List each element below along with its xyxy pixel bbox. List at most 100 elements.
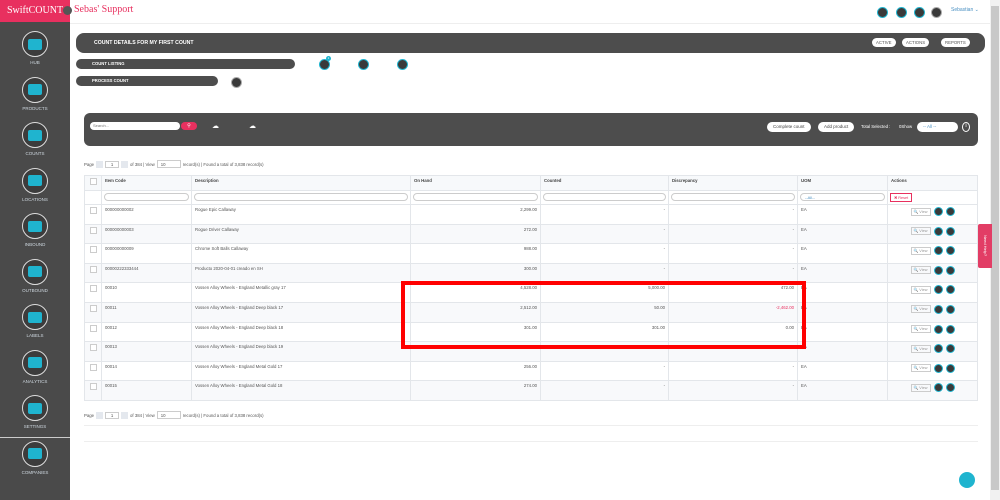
- assign-user-icon[interactable]: [397, 59, 408, 70]
- row-checkbox[interactable]: [89, 226, 97, 234]
- table-row: 000000000003 Rogue Driver Callaway 272.00-…: [84, 223, 978, 245]
- next-page-button[interactable]: [121, 411, 129, 419]
- view-button[interactable]: 🔍 View: [910, 344, 931, 353]
- add-icon[interactable]: [896, 7, 907, 18]
- delete-icon[interactable]: [945, 363, 955, 373]
- edit-icon[interactable]: [933, 324, 943, 334]
- prev-page-button[interactable]: [96, 411, 104, 419]
- row-checkbox[interactable]: [89, 324, 97, 332]
- reset-filters-button[interactable]: ✖ Reset: [890, 193, 913, 202]
- delete-icon[interactable]: [945, 265, 955, 275]
- tag-icon[interactable]: [231, 77, 242, 88]
- view-button[interactable]: 🔍 View: [910, 266, 931, 275]
- counted: -: [540, 380, 669, 401]
- view-button[interactable]: 🔍 View: [910, 325, 931, 334]
- count-listing-link[interactable]: COUNT LISTING: [76, 59, 295, 69]
- complete-count-button[interactable]: Complete count: [767, 122, 811, 132]
- page-input[interactable]: 1: [105, 411, 120, 419]
- app-logo[interactable]: SwiftCOUNT: [0, 0, 70, 22]
- view-button[interactable]: 🔍 View: [910, 207, 931, 216]
- header-discrepancy[interactable]: Discrepancy: [668, 175, 798, 191]
- row-checkbox[interactable]: [89, 207, 97, 214]
- row-checkbox[interactable]: [89, 285, 97, 293]
- filter-item-code[interactable]: [104, 193, 189, 201]
- delete-icon[interactable]: [945, 207, 955, 216]
- delete-icon[interactable]: [945, 324, 955, 334]
- sidebar-item-labels[interactable]: LABELS: [0, 304, 70, 338]
- header-on-hand[interactable]: On Hand: [410, 175, 541, 191]
- sidebar-item-outbound[interactable]: OUTBOUND: [0, 258, 70, 293]
- show-select[interactable]: -- All --: [917, 122, 958, 132]
- view-button[interactable]: 🔍 View: [910, 364, 931, 373]
- collapse-sidebar-icon[interactable]: [63, 6, 72, 15]
- scan-icon[interactable]: [358, 59, 369, 70]
- download-icon[interactable]: [877, 7, 888, 18]
- row-checkbox[interactable]: [89, 304, 97, 312]
- view-button[interactable]: 🔍 View: [910, 305, 931, 314]
- sidebar-item-companies[interactable]: COMPANIES: [0, 440, 70, 475]
- row-checkbox[interactable]: [89, 383, 97, 391]
- prev-page-button[interactable]: [96, 160, 104, 168]
- sidebar-item-products[interactable]: PRODUCTS: [0, 76, 70, 111]
- chat-support-icon[interactable]: [959, 472, 975, 488]
- view-button[interactable]: 🔍 View: [910, 227, 931, 236]
- edit-icon[interactable]: [933, 344, 943, 354]
- filter-description[interactable]: [194, 193, 408, 201]
- filter-discrepancy[interactable]: [671, 193, 795, 201]
- page-input[interactable]: 1: [105, 160, 120, 168]
- need-help-tab[interactable]: Need Help?: [978, 224, 992, 268]
- delete-icon[interactable]: [945, 285, 955, 295]
- active-badge[interactable]: ACTIVE: [872, 38, 896, 47]
- download-cloud-icon[interactable]: ☁: [249, 122, 256, 130]
- row-checkbox[interactable]: [89, 246, 97, 254]
- delete-icon[interactable]: [945, 246, 955, 256]
- item-code: 00011: [101, 301, 192, 323]
- filter-on-hand[interactable]: [413, 193, 538, 201]
- edit-icon[interactable]: [933, 304, 943, 314]
- delete-icon[interactable]: [945, 304, 955, 314]
- row-checkbox[interactable]: [89, 363, 97, 371]
- next-page-button[interactable]: [121, 160, 129, 168]
- row-checkbox[interactable]: [89, 344, 97, 352]
- page-size-select[interactable]: 10: [156, 160, 181, 168]
- process-count-link[interactable]: PROCESS COUNT: [76, 76, 218, 86]
- edit-icon[interactable]: [933, 226, 943, 236]
- actions-button[interactable]: ACTIONS: [902, 38, 930, 47]
- filter-uom[interactable]: --All--: [800, 193, 885, 201]
- search-button[interactable]: ⚲: [181, 122, 197, 130]
- delete-icon[interactable]: [945, 226, 955, 236]
- delete-icon[interactable]: [945, 383, 955, 393]
- view-button[interactable]: 🔍 View: [910, 285, 931, 294]
- row-checkbox[interactable]: [89, 265, 97, 273]
- header-item-code[interactable]: Item Code: [101, 175, 192, 191]
- delete-icon[interactable]: [945, 344, 955, 354]
- edit-icon[interactable]: [933, 246, 943, 256]
- sidebar-item-locations[interactable]: LOCATIONS: [0, 167, 70, 202]
- sidebar-item-inbound[interactable]: INBOUND: [0, 213, 70, 247]
- filter-counted[interactable]: [543, 193, 666, 201]
- page-size-select[interactable]: 10: [156, 411, 181, 419]
- select-all-checkbox[interactable]: [89, 178, 97, 185]
- edit-icon[interactable]: [933, 383, 943, 393]
- sidebar-item-settings[interactable]: SETTINGS: [0, 395, 70, 429]
- calendar-icon[interactable]: [931, 7, 942, 18]
- edit-icon[interactable]: [933, 285, 943, 295]
- header-counted[interactable]: Counted: [540, 175, 669, 191]
- info-icon[interactable]: i: [962, 122, 970, 132]
- search-input[interactable]: [90, 122, 180, 130]
- sidebar-item-hub[interactable]: HUB: [0, 31, 70, 65]
- edit-icon[interactable]: [933, 363, 943, 373]
- edit-icon[interactable]: [933, 207, 943, 216]
- view-button[interactable]: 🔍 View: [910, 246, 931, 255]
- header-description[interactable]: Description: [191, 175, 411, 191]
- reports-button[interactable]: REPORTS: [941, 38, 970, 47]
- view-button[interactable]: 🔍 View: [910, 383, 931, 392]
- notification-icon[interactable]: [914, 7, 925, 18]
- header-uom[interactable]: UOM: [797, 175, 888, 191]
- edit-icon[interactable]: [933, 265, 943, 275]
- upload-cloud-icon[interactable]: ☁: [212, 122, 219, 130]
- add-product-button[interactable]: Add product: [818, 122, 855, 132]
- user-menu[interactable]: Sebastian ⌄: [951, 7, 979, 13]
- sidebar-item-analytics[interactable]: ANALYTICS: [0, 349, 70, 384]
- sidebar-item-counts[interactable]: COUNTS: [0, 122, 70, 156]
